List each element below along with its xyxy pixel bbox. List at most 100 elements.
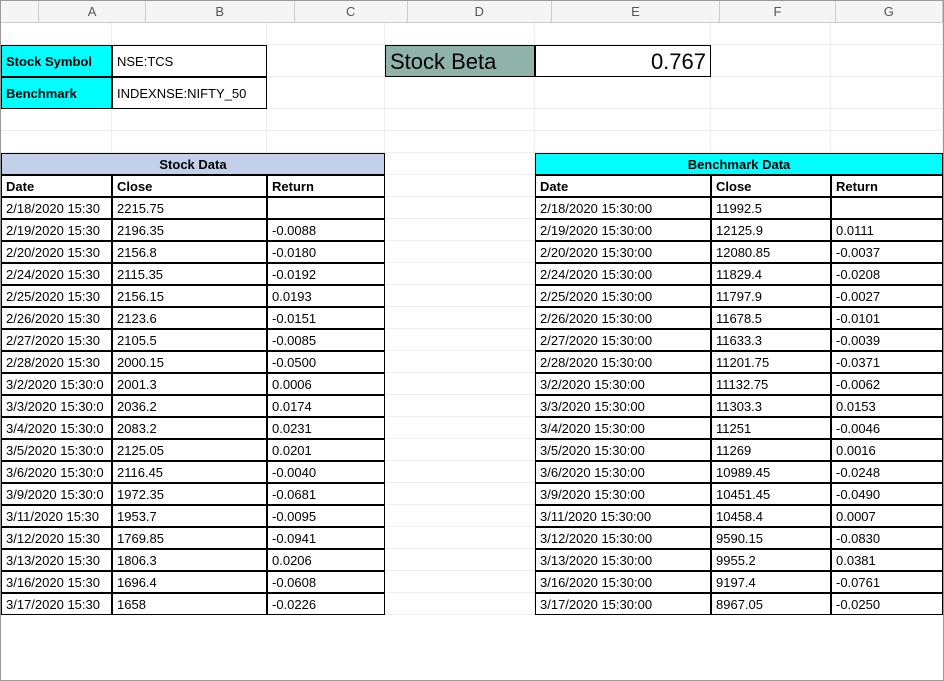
stock-close[interactable]: 2215.75 <box>112 197 267 219</box>
bench-return[interactable]: -0.0039 <box>831 329 943 351</box>
bench-close[interactable]: 9197.4 <box>711 571 831 593</box>
stock-close[interactable]: 2036.2 <box>112 395 267 417</box>
cell[interactable] <box>1 131 112 153</box>
stock-date[interactable]: 2/20/2020 15:30 <box>1 241 112 263</box>
bench-return[interactable]: -0.0027 <box>831 285 943 307</box>
cell[interactable] <box>385 219 535 241</box>
stock-return[interactable]: -0.0085 <box>267 329 385 351</box>
bench-return[interactable]: -0.0062 <box>831 373 943 395</box>
bench-header-date[interactable]: Date <box>535 175 711 197</box>
section-stock-data[interactable]: Stock Data <box>1 153 385 175</box>
stock-close[interactable]: 2001.3 <box>112 373 267 395</box>
bench-close[interactable]: 11251 <box>711 417 831 439</box>
cell[interactable] <box>385 23 535 45</box>
stock-date[interactable]: 2/25/2020 15:30 <box>1 285 112 307</box>
stock-return[interactable]: -0.0180 <box>267 241 385 263</box>
stock-return[interactable]: 0.0231 <box>267 417 385 439</box>
stock-return[interactable]: -0.0608 <box>267 571 385 593</box>
bench-close[interactable]: 11992.5 <box>711 197 831 219</box>
col-header-b[interactable]: B <box>146 1 295 22</box>
stock-date[interactable]: 3/5/2020 15:30:0 <box>1 439 112 461</box>
bench-close[interactable]: 11633.3 <box>711 329 831 351</box>
bench-return[interactable]: 0.0007 <box>831 505 943 527</box>
value-stock-beta[interactable]: 0.767 <box>535 45 711 77</box>
bench-close[interactable]: 9590.15 <box>711 527 831 549</box>
bench-close[interactable]: 11678.5 <box>711 307 831 329</box>
bench-header-return[interactable]: Return <box>831 175 943 197</box>
col-header-f[interactable]: F <box>720 1 835 22</box>
bench-date[interactable]: 3/12/2020 15:30:00 <box>535 527 711 549</box>
stock-close[interactable]: 2115.35 <box>112 263 267 285</box>
bench-date[interactable]: 3/9/2020 15:30:00 <box>535 483 711 505</box>
stock-return[interactable]: 0.0206 <box>267 549 385 571</box>
col-header-e[interactable]: E <box>552 1 721 22</box>
bench-close[interactable]: 11201.75 <box>711 351 831 373</box>
cell[interactable] <box>385 131 535 153</box>
stock-return[interactable] <box>267 197 385 219</box>
cell[interactable] <box>535 77 711 109</box>
cell[interactable] <box>711 109 831 131</box>
stock-close[interactable]: 2000.15 <box>112 351 267 373</box>
cell[interactable] <box>831 23 943 45</box>
cell[interactable] <box>385 461 535 483</box>
cell[interactable] <box>385 285 535 307</box>
bench-return[interactable]: -0.0046 <box>831 417 943 439</box>
bench-close[interactable]: 11797.9 <box>711 285 831 307</box>
bench-date[interactable]: 3/16/2020 15:30:00 <box>535 571 711 593</box>
value-benchmark[interactable]: INDEXNSE:NIFTY_50 <box>112 77 267 109</box>
bench-date[interactable]: 3/5/2020 15:30:00 <box>535 439 711 461</box>
cell[interactable] <box>385 241 535 263</box>
spreadsheet[interactable]: A B C D E F G Stock Symbol NSE:TCS Stock… <box>0 0 944 681</box>
stock-close[interactable]: 2123.6 <box>112 307 267 329</box>
cell[interactable] <box>711 23 831 45</box>
bench-header-close[interactable]: Close <box>711 175 831 197</box>
bench-return[interactable]: -0.0490 <box>831 483 943 505</box>
stock-date[interactable]: 3/11/2020 15:30 <box>1 505 112 527</box>
cell[interactable] <box>385 505 535 527</box>
bench-return[interactable]: -0.0248 <box>831 461 943 483</box>
bench-date[interactable]: 2/25/2020 15:30:00 <box>535 285 711 307</box>
cell[interactable] <box>267 23 385 45</box>
cell[interactable] <box>385 329 535 351</box>
stock-date[interactable]: 3/17/2020 15:30 <box>1 593 112 615</box>
col-header-g[interactable]: G <box>836 1 943 22</box>
cell[interactable] <box>711 131 831 153</box>
stock-close[interactable]: 2105.5 <box>112 329 267 351</box>
stock-close[interactable]: 2196.35 <box>112 219 267 241</box>
bench-return[interactable]: -0.0101 <box>831 307 943 329</box>
bench-date[interactable]: 3/17/2020 15:30:00 <box>535 593 711 615</box>
bench-date[interactable]: 2/26/2020 15:30:00 <box>535 307 711 329</box>
label-stock-symbol[interactable]: Stock Symbol <box>1 45 112 77</box>
cell[interactable] <box>831 77 943 109</box>
stock-close[interactable]: 1806.3 <box>112 549 267 571</box>
stock-close[interactable]: 2116.45 <box>112 461 267 483</box>
stock-close[interactable]: 1953.7 <box>112 505 267 527</box>
bench-close[interactable]: 12125.9 <box>711 219 831 241</box>
stock-date[interactable]: 2/27/2020 15:30 <box>1 329 112 351</box>
bench-return[interactable]: 0.0111 <box>831 219 943 241</box>
stock-return[interactable]: 0.0201 <box>267 439 385 461</box>
bench-close[interactable]: 10989.45 <box>711 461 831 483</box>
bench-return[interactable]: -0.0761 <box>831 571 943 593</box>
bench-close[interactable]: 9955.2 <box>711 549 831 571</box>
cell[interactable] <box>385 417 535 439</box>
bench-close[interactable]: 12080.85 <box>711 241 831 263</box>
cell[interactable] <box>385 175 535 197</box>
cell[interactable] <box>385 527 535 549</box>
cell[interactable] <box>535 109 711 131</box>
cell[interactable] <box>267 45 385 77</box>
stock-date[interactable]: 2/24/2020 15:30 <box>1 263 112 285</box>
bench-date[interactable]: 2/27/2020 15:30:00 <box>535 329 711 351</box>
cell[interactable] <box>385 373 535 395</box>
stock-close[interactable]: 1696.4 <box>112 571 267 593</box>
cell[interactable] <box>267 131 385 153</box>
cell[interactable] <box>385 263 535 285</box>
bench-date[interactable]: 2/24/2020 15:30:00 <box>535 263 711 285</box>
bench-return[interactable] <box>831 197 943 219</box>
bench-date[interactable]: 3/4/2020 15:30:00 <box>535 417 711 439</box>
value-stock-symbol[interactable]: NSE:TCS <box>112 45 267 77</box>
stock-date[interactable]: 3/9/2020 15:30:0 <box>1 483 112 505</box>
cell[interactable] <box>385 109 535 131</box>
cell[interactable] <box>535 23 711 45</box>
bench-close[interactable]: 10451.45 <box>711 483 831 505</box>
